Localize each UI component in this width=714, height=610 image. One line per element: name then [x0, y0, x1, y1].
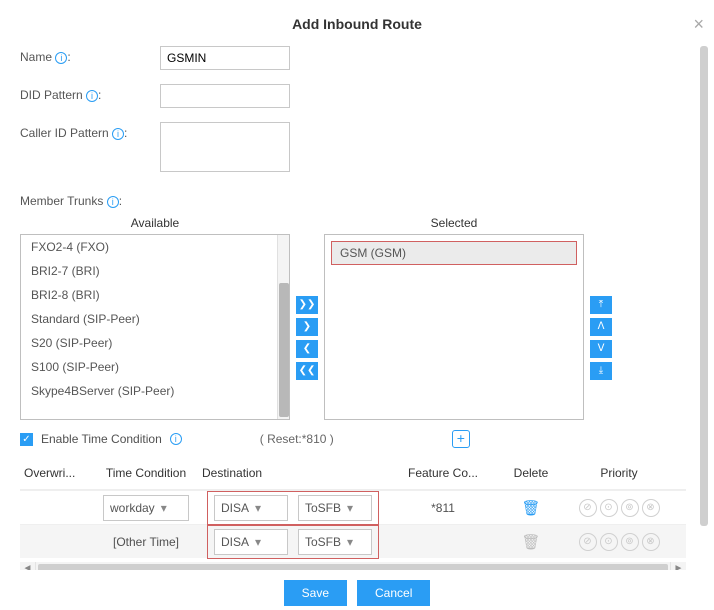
- cancel-button[interactable]: Cancel: [357, 580, 430, 606]
- member-trunks: FXO2-4 (FXO) BRI2-7 (BRI) BRI2-8 (BRI) S…: [10, 234, 690, 420]
- move-top-button[interactable]: ⤒: [590, 296, 612, 314]
- dest-type-select[interactable]: DISA▾: [214, 529, 288, 555]
- chevron-down-icon: ▾: [161, 501, 167, 515]
- info-icon[interactable]: i: [55, 52, 67, 64]
- table-header: Overwri... Time Condition Destination Fe…: [20, 456, 686, 490]
- destination-highlight: DISA▾ ToSFB▾: [207, 525, 379, 559]
- list-item[interactable]: BRI2-8 (BRI): [21, 283, 277, 307]
- dest-type-select[interactable]: DISA▾: [214, 495, 288, 521]
- available-list[interactable]: FXO2-4 (FXO) BRI2-7 (BRI) BRI2-8 (BRI) S…: [20, 234, 290, 420]
- col-feature-code: Feature Co...: [388, 466, 498, 480]
- list-item[interactable]: S100 (SIP-Peer): [21, 355, 277, 379]
- col-destination: Destination: [198, 466, 388, 480]
- move-up-button[interactable]: ᐱ: [590, 318, 612, 336]
- scroll-right-icon[interactable]: ►: [670, 562, 686, 570]
- priority-up-icon[interactable]: ⊙: [600, 533, 618, 551]
- available-scrollbar[interactable]: [277, 235, 289, 419]
- move-down-button[interactable]: ᐯ: [590, 340, 612, 358]
- save-button[interactable]: Save: [284, 580, 347, 606]
- member-trunks-label: Member Trunks i:: [10, 186, 690, 212]
- main-scrollbar[interactable]: [700, 44, 708, 564]
- add-time-condition-button[interactable]: +: [452, 430, 470, 448]
- name-input[interactable]: [160, 46, 290, 70]
- priority-down-icon[interactable]: ⊚: [621, 533, 639, 551]
- dialog-footer: Save Cancel: [0, 580, 714, 606]
- did-row: DID Pattern i:: [10, 84, 690, 108]
- dest-target-select[interactable]: ToSFB▾: [298, 529, 372, 555]
- col-time-condition: Time Condition: [94, 466, 198, 480]
- table-row: [Other Time] DISA▾ ToSFB▾ 🗑 ⊘ ⊙ ⊚ ⊗: [20, 524, 686, 558]
- enable-time-condition-checkbox[interactable]: ✓: [20, 433, 33, 446]
- order-buttons: ⤒ ᐱ ᐯ ⤓: [584, 234, 618, 380]
- move-all-left-button[interactable]: ❮❮: [296, 362, 318, 380]
- list-item[interactable]: BRI2-7 (BRI): [21, 259, 277, 283]
- priority-down-icon[interactable]: ⊚: [621, 499, 639, 517]
- transfer-buttons: ❯❯ ❯ ❮ ❮❮: [290, 234, 324, 380]
- available-header: Available: [20, 212, 290, 234]
- priority-bottom-icon[interactable]: ⊗: [642, 499, 660, 517]
- dialog-content: Name i: DID Pattern i: Caller ID Pattern…: [10, 40, 692, 570]
- list-item[interactable]: S20 (SIP-Peer): [21, 331, 277, 355]
- col-delete: Delete: [498, 466, 564, 480]
- did-label: DID Pattern i:: [10, 84, 160, 102]
- move-all-right-button[interactable]: ❯❯: [296, 296, 318, 314]
- priority-top-icon[interactable]: ⊘: [579, 499, 597, 517]
- list-item[interactable]: Skype4BServer (SIP-Peer): [21, 379, 277, 403]
- selected-header: Selected: [324, 212, 584, 234]
- priority-up-icon[interactable]: ⊙: [600, 499, 618, 517]
- info-icon[interactable]: i: [86, 90, 98, 102]
- feature-code: *811: [431, 501, 455, 515]
- horizontal-scrollbar[interactable]: ◄ ►: [20, 562, 686, 570]
- enable-time-condition-label: Enable Time Condition: [41, 432, 162, 446]
- selected-list[interactable]: GSM (GSM): [324, 234, 584, 420]
- chevron-down-icon: ▾: [255, 501, 261, 515]
- cid-label: Caller ID Pattern i:: [10, 122, 160, 140]
- time-condition-row: ✓ Enable Time Condition i ( Reset:*810 )…: [10, 420, 690, 456]
- move-bottom-button[interactable]: ⤓: [590, 362, 612, 380]
- info-icon[interactable]: i: [112, 128, 124, 140]
- scroll-left-icon[interactable]: ◄: [20, 562, 36, 570]
- col-overwrite: Overwri...: [20, 466, 94, 480]
- table-row: workday▾ DISA▾ ToSFB▾ *811 🗑 ⊘ ⊙ ⊚ ⊗: [20, 490, 686, 524]
- list-item[interactable]: Standard (SIP-Peer): [21, 307, 277, 331]
- name-row: Name i:: [10, 46, 690, 70]
- list-item[interactable]: GSM (GSM): [331, 241, 577, 265]
- delete-icon[interactable]: 🗑: [521, 499, 540, 517]
- info-icon[interactable]: i: [107, 196, 119, 208]
- info-icon[interactable]: i: [170, 433, 182, 445]
- move-right-button[interactable]: ❯: [296, 318, 318, 336]
- move-left-button[interactable]: ❮: [296, 340, 318, 358]
- reset-code-label: ( Reset:*810 ): [260, 432, 334, 446]
- cid-row: Caller ID Pattern i:: [10, 122, 690, 172]
- priority-bottom-icon[interactable]: ⊗: [642, 533, 660, 551]
- col-priority: Priority: [564, 466, 674, 480]
- destination-highlight: DISA▾ ToSFB▾: [207, 491, 379, 525]
- priority-top-icon[interactable]: ⊘: [579, 533, 597, 551]
- chevron-down-icon: ▾: [255, 535, 261, 549]
- did-input[interactable]: [160, 84, 290, 108]
- name-label: Name i:: [10, 46, 160, 64]
- cid-input[interactable]: [160, 122, 290, 172]
- other-time-label: [Other Time]: [113, 535, 179, 549]
- dest-target-select[interactable]: ToSFB▾: [298, 495, 372, 521]
- chevron-down-icon: ▾: [347, 535, 353, 549]
- close-icon[interactable]: ×: [693, 14, 704, 35]
- time-condition-table: Overwri... Time Condition Destination Fe…: [20, 456, 686, 558]
- delete-icon: 🗑: [521, 533, 540, 551]
- add-inbound-route-dialog: Add Inbound Route × Name i: DID Pattern …: [0, 0, 714, 610]
- time-condition-select[interactable]: workday▾: [103, 495, 189, 521]
- chevron-down-icon: ▾: [347, 501, 353, 515]
- list-item[interactable]: FXO2-4 (FXO): [21, 235, 277, 259]
